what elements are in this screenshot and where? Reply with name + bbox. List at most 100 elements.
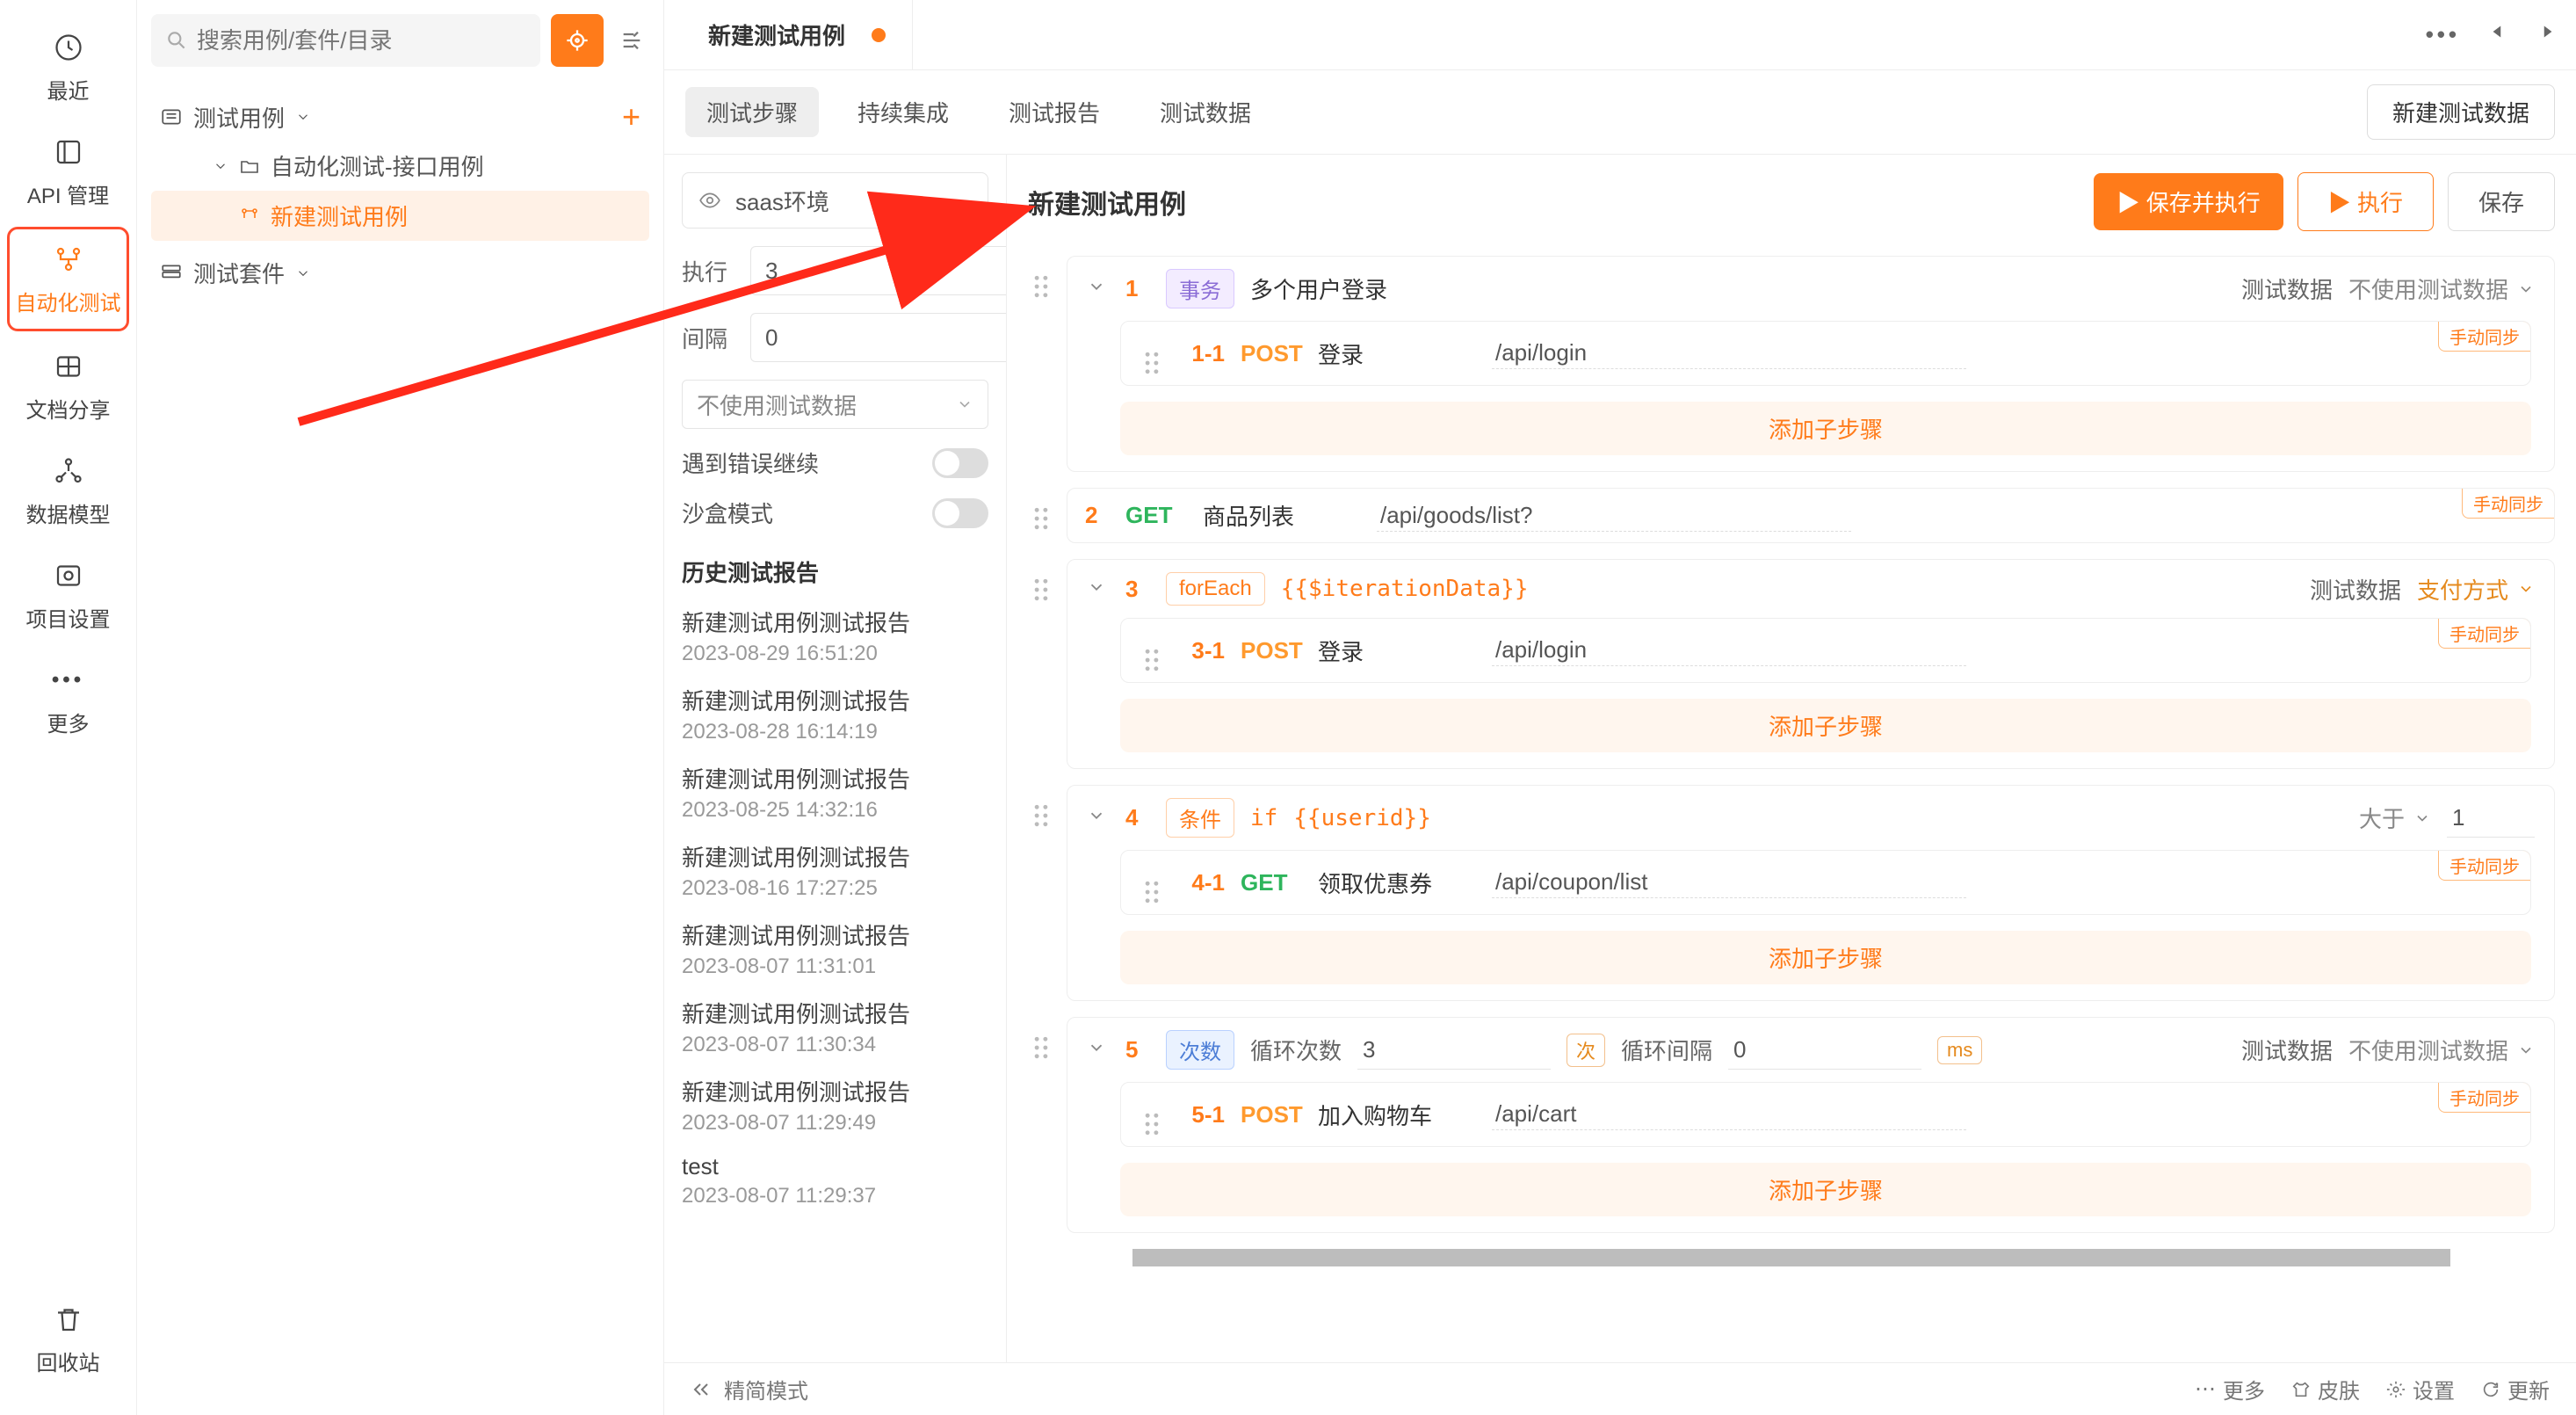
nav-project-settings[interactable]: 项目设置	[0, 546, 136, 645]
condition-operator-select[interactable]: 大于	[2359, 802, 2431, 834]
drag-handle[interactable]	[1028, 559, 1054, 601]
history-report-item[interactable]: 新建测试用例测试报告2023-08-28 16:14:19	[682, 684, 988, 744]
history-report-item[interactable]: 新建测试用例测试报告2023-08-25 14:32:16	[682, 762, 988, 823]
save-button[interactable]: 保存	[2448, 172, 2555, 231]
run-button[interactable]: ▶ 执行	[2297, 172, 2434, 231]
tree-section-suites[interactable]: 测试套件	[151, 251, 649, 294]
subtab-data[interactable]: 测试数据	[1139, 87, 1272, 137]
chevrons-left-icon	[691, 1379, 712, 1400]
history-report-item[interactable]: 新建测试用例测试报告2023-08-07 11:31:01	[682, 918, 988, 979]
new-test-data-button[interactable]: 新建测试数据	[2367, 84, 2555, 140]
sub-step-4-1[interactable]: 手动同步 4-1 GET 领取优惠券	[1120, 850, 2531, 915]
step-2[interactable]: 手动同步 2 GET 商品列表	[1067, 488, 2555, 543]
subtab-report[interactable]: 测试报告	[988, 87, 1121, 137]
drag-handle[interactable]	[1139, 861, 1165, 903]
tree-section-cases[interactable]: 测试用例 +	[151, 93, 649, 141]
mode-toggle[interactable]: 精简模式	[691, 1374, 808, 1404]
step-name: 多个用户登录	[1250, 272, 1426, 305]
nav-data-model[interactable]: 数据模型	[0, 441, 136, 541]
subtab-steps[interactable]: 测试步骤	[685, 87, 819, 137]
sub-step-1-1[interactable]: 手动同步 1-1 POST 登录	[1120, 321, 2531, 386]
steps-panel: 新建测试用例 ▶ 保存并执行 ▶ 执行 保存 1 事务	[1007, 155, 2576, 1362]
loop-interval-unit: ms	[1937, 1036, 1982, 1064]
tab-more-button[interactable]: •••	[2426, 21, 2460, 48]
interval-input[interactable]	[750, 313, 1007, 362]
folder-icon	[239, 156, 260, 177]
step-testdata-select[interactable]: 不使用测试数据	[2348, 1034, 2535, 1066]
page-title: 新建测试用例	[1028, 183, 1186, 221]
tab-prev-button[interactable]	[2486, 20, 2509, 49]
drag-handle[interactable]	[1028, 785, 1054, 827]
search-input[interactable]	[197, 27, 526, 54]
api-path-input[interactable]	[1377, 500, 1851, 532]
nav-proj-label: 项目设置	[26, 602, 111, 633]
add-sub-step-button[interactable]: 添加子步骤	[1120, 1163, 2531, 1216]
loop-interval-input[interactable]	[1728, 1031, 1921, 1070]
collapse-tree-button[interactable]	[614, 23, 649, 58]
left-nav-rail: 最近 API 管理 自动化测试 文档分享 数据模型 项目设置 ••• 更多	[0, 0, 137, 1415]
footer-skin[interactable]: 皮肤	[2291, 1374, 2360, 1404]
env-value: saas环境	[735, 185, 829, 217]
step-testdata-select[interactable]: 支付方式	[2417, 573, 2535, 606]
drag-handle[interactable]	[1028, 488, 1054, 530]
drag-handle[interactable]	[1139, 629, 1165, 671]
drag-handle[interactable]	[1139, 1093, 1165, 1136]
footer-settings[interactable]: 设置	[2386, 1374, 2455, 1404]
step-testdata-select[interactable]: 不使用测试数据	[2348, 272, 2535, 305]
nav-more[interactable]: ••• 更多	[0, 650, 136, 750]
add-sub-step-button[interactable]: 添加子步骤	[1120, 402, 2531, 455]
drag-handle[interactable]	[1028, 1017, 1054, 1059]
condition-value-input[interactable]	[2447, 799, 2535, 838]
step-header-1[interactable]: 1 事务 多个用户登录 测试数据 不使用测试数据	[1067, 257, 2554, 321]
tree-leaf-new-case[interactable]: 新建测试用例	[151, 191, 649, 241]
save-and-run-button[interactable]: ▶ 保存并执行	[2094, 173, 2283, 230]
api-path-input[interactable]	[1492, 867, 1966, 898]
env-select[interactable]: saas环境	[682, 172, 988, 229]
locate-button[interactable]	[551, 14, 604, 67]
step-header-4[interactable]: 4 条件 if {{userid}} 大于	[1067, 786, 2554, 850]
sandbox-toggle[interactable]	[932, 498, 988, 528]
horizontal-scrollbar[interactable]	[1007, 1249, 2576, 1266]
footer-update[interactable]: 更新	[2481, 1374, 2550, 1404]
drag-handle[interactable]	[1028, 256, 1054, 298]
exec-count-input[interactable]	[750, 246, 1007, 295]
step-header-3[interactable]: 3 forEach {{$iterationData}} 测试数据 支付方式	[1067, 560, 2554, 618]
footer-more[interactable]: ⋯更多	[2195, 1374, 2265, 1404]
http-method: POST	[1241, 340, 1302, 367]
api-path-input[interactable]	[1492, 337, 1966, 369]
loop-count-input[interactable]	[1357, 1031, 1551, 1070]
nav-recent-label: 最近	[47, 74, 90, 105]
sub-step-name: 领取优惠券	[1318, 867, 1476, 899]
nav-api-management[interactable]: API 管理	[0, 122, 136, 221]
step-group-3: 3 forEach {{$iterationData}} 测试数据 支付方式 手…	[1067, 559, 2555, 769]
step-header-5[interactable]: 5 次数 循环次数 次 循环间隔 ms 测试数据 不使用测试数据	[1067, 1018, 2554, 1082]
nav-recent[interactable]: 最近	[0, 18, 136, 117]
add-case-button[interactable]: +	[622, 98, 640, 135]
history-report-item[interactable]: 新建测试用例测试报告2023-08-16 17:27:25	[682, 840, 988, 901]
continue-on-error-toggle[interactable]	[932, 448, 988, 478]
tree-folder-autotest[interactable]: 自动化测试-接口用例	[151, 141, 649, 191]
history-report-item[interactable]: test2023-08-07 11:29:37	[682, 1153, 988, 1208]
test-data-select[interactable]: 不使用测试数据	[682, 380, 988, 429]
sub-step-5-1[interactable]: 手动同步 5-1 POST 加入购物车	[1120, 1082, 2531, 1147]
add-sub-step-button[interactable]: 添加子步骤	[1120, 931, 2531, 984]
api-path-input[interactable]	[1492, 635, 1966, 666]
history-report-item[interactable]: 新建测试用例测试报告2023-08-07 11:30:34	[682, 997, 988, 1057]
sub-step-3-1[interactable]: 手动同步 3-1 POST 登录	[1120, 618, 2531, 683]
search-box[interactable]	[151, 14, 540, 67]
tab-next-button[interactable]	[2536, 20, 2558, 49]
sub-step-index: 5-1	[1181, 1101, 1225, 1128]
subtab-ci[interactable]: 持续集成	[836, 87, 970, 137]
sync-badge: 手动同步	[2438, 618, 2531, 649]
nav-automation-test[interactable]: 自动化测试	[7, 227, 129, 331]
nav-recycle-bin[interactable]: 回收站	[0, 1289, 136, 1389]
editor-tab-active[interactable]: 新建测试用例	[682, 0, 913, 69]
drag-handle[interactable]	[1139, 332, 1165, 374]
api-path-input[interactable]	[1492, 1099, 1966, 1130]
history-report-item[interactable]: 新建测试用例测试报告2023-08-29 16:51:20	[682, 606, 988, 666]
search-icon	[165, 29, 188, 52]
history-report-item[interactable]: 新建测试用例测试报告2023-08-07 11:29:49	[682, 1075, 988, 1136]
add-sub-step-button[interactable]: 添加子步骤	[1120, 699, 2531, 752]
nav-doc-share[interactable]: 文档分享	[0, 337, 136, 436]
flow-icon	[51, 242, 86, 277]
